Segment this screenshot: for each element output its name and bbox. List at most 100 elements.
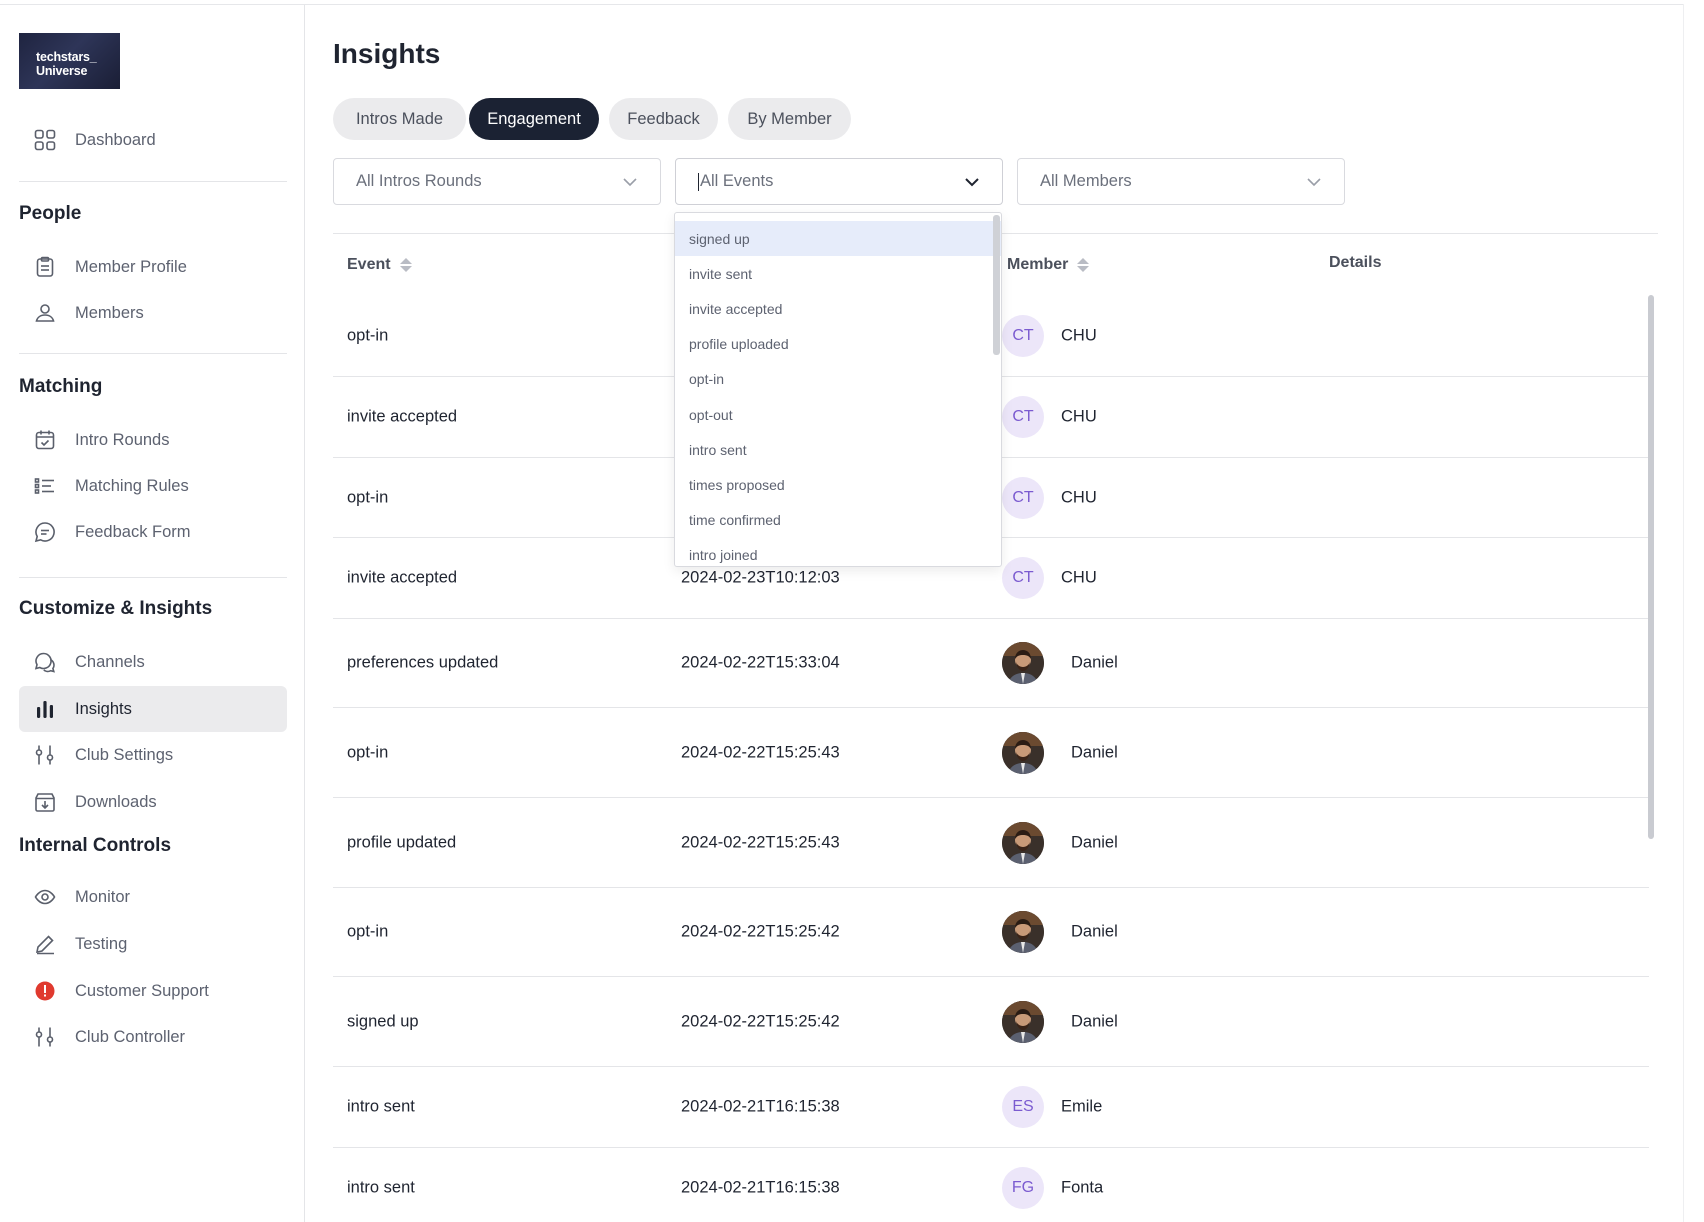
column-header-event[interactable]: Event [347,256,412,274]
chat-bubble-icon [33,520,57,544]
avatar: ES [1002,1086,1044,1128]
sidebar: techstars_ Universe Dashboard People Mem… [0,5,305,1222]
dropdown-option[interactable]: opt-out [675,397,1001,432]
dropdown-option[interactable]: time confirmed [675,503,1001,538]
chat-icon [33,650,57,674]
sidebar-item-member-profile[interactable]: Member Profile [19,244,287,290]
sidebar-item-feedback-form[interactable]: Feedback Form [19,509,287,555]
avatar: FG [1002,1167,1044,1209]
sidebar-item-label: Members [75,303,144,322]
table-row[interactable]: opt-in 2024-02-22T15:25:42 Daniel [333,888,1649,977]
sidebar-item-customer-support[interactable]: Customer Support [19,968,287,1014]
member-cell[interactable]: CHU [1061,327,1097,346]
dropdown-option[interactable]: intro joined [675,538,1001,566]
sidebar-item-channels[interactable]: Channels [19,639,287,685]
sidebar-item-members[interactable]: Members [19,290,287,336]
table-row[interactable]: opt-in 2024-02-22T15:25:43 Daniel [333,708,1649,798]
sidebar-item-matching-rules[interactable]: Matching Rules [19,463,287,509]
avatar: CT [1002,557,1044,599]
sidebar-item-label: Customer Support [75,981,209,1000]
member-cell[interactable]: CHU [1061,488,1097,507]
events-dropdown-menu: signed up invite sent invite accepted profi… [674,212,1002,567]
avatar [1002,1000,1044,1043]
table-row[interactable]: intro sent 2024-02-21T16:15:38 FG Fonta [333,1148,1649,1222]
sidebar-item-label: Club Controller [75,1027,186,1046]
column-header-member[interactable]: Member [1007,256,1090,274]
sidebar-item-club-controller[interactable]: Club Controller [19,1014,287,1060]
sidebar-item-label: Dashboard [75,130,156,149]
chevron-down-icon [1306,177,1322,187]
date-cell: 2024-02-22T15:25:43 [681,833,840,851]
date-cell: 2024-02-21T16:15:38 [681,1097,840,1116]
section-title-internal: Internal Controls [19,835,172,856]
sidebar-item-downloads[interactable]: Downloads [19,779,287,825]
dropdown-option[interactable]: times proposed [675,467,1001,502]
member-cell[interactable]: Daniel [1071,654,1118,673]
sidebar-item-testing[interactable]: Testing [19,921,287,967]
event-cell: intro sent [347,1097,415,1116]
calendar-check-icon [33,428,57,452]
sidebar-item-intro-rounds[interactable]: Intro Rounds [19,417,287,463]
event-cell: invite accepted [347,568,458,587]
sidebar-item-monitor[interactable]: Monitor [19,874,287,920]
member-cell[interactable]: Daniel [1071,743,1118,762]
avatar: CT [1002,476,1044,519]
member-cell[interactable]: CHU [1061,408,1097,427]
dropdown-option[interactable]: invite accepted [675,291,1001,326]
eye-icon [33,885,57,909]
clipboard-icon [33,255,57,279]
sidebar-item-label: Intro Rounds [75,430,170,449]
avatar: CT [1002,396,1044,438]
event-cell: intro sent [347,1178,415,1197]
tab-by-member[interactable]: By Member [728,98,851,140]
dropdown-option[interactable]: intro sent [675,432,1001,467]
member-cell[interactable]: Daniel [1071,833,1118,852]
table-scrollbar[interactable] [1648,295,1654,839]
download-icon [33,790,57,814]
alert-icon [33,979,57,1003]
tab-intros-made[interactable]: Intros Made [333,98,466,140]
member-cell[interactable]: CHU [1061,569,1097,588]
event-cell: opt-in [347,488,389,506]
table-row[interactable]: signed up 2024-02-22T15:25:42 Daniel [333,977,1649,1067]
date-cell: 2024-02-22T15:25:42 [681,922,840,941]
text-cursor [698,172,699,191]
sidebar-item-label: Club Settings [75,745,174,764]
sort-icon[interactable] [399,258,412,272]
table-row[interactable]: intro sent 2024-02-21T16:15:38 ES Emile [333,1067,1649,1148]
dropdown-scrollbar[interactable] [993,215,1000,355]
select-value: All Intros Rounds [356,172,482,190]
dropdown-option[interactable]: opt-in [675,362,1001,397]
member-cell[interactable]: Daniel [1071,1012,1118,1031]
sidebar-item-dashboard[interactable]: Dashboard [19,117,287,163]
tab-engagement[interactable]: Engagement [469,98,599,140]
intro-rounds-select[interactable]: All Intros Rounds [333,158,661,205]
sidebar-item-insights[interactable]: Insights [19,686,287,732]
date-cell: 2024-02-23T10:12:03 [681,568,840,587]
table-row[interactable]: profile updated 2024-02-22T15:25:43 Daniel [333,798,1649,888]
table-row[interactable]: preferences updated 2024-02-22T15:33:04 Da… [333,619,1649,708]
user-icon [33,301,57,325]
dropdown-option[interactable]: signed up [675,221,1001,257]
dropdown-option[interactable]: invite sent [675,256,1001,291]
events-select[interactable]: All Events [675,158,1003,205]
sliders-icon [33,743,57,767]
member-cell[interactable]: Emile [1061,1098,1102,1117]
avatar [1002,731,1044,774]
dropdown-option[interactable]: profile uploaded [675,327,1001,362]
event-cell: invite accepted [347,407,458,426]
sort-icon[interactable] [1077,258,1090,272]
avatar: CT [1002,315,1044,357]
section-title-customize: Customize & Insights [19,598,213,619]
sidebar-item-club-settings[interactable]: Club Settings [19,732,287,778]
member-cell[interactable]: Daniel [1071,923,1118,942]
tab-feedback[interactable]: Feedback [609,98,718,140]
divider [19,181,287,182]
member-cell[interactable]: Fonta [1061,1179,1103,1198]
techstars-universe-logo[interactable]: techstars_ Universe [19,33,120,89]
select-value: All Members [1040,172,1132,190]
sidebar-item-label: Testing [75,934,128,953]
members-select[interactable]: All Members [1017,158,1345,205]
sidebar-item-label: Member Profile [75,257,187,276]
sidebar-item-label: Insights [75,699,132,718]
